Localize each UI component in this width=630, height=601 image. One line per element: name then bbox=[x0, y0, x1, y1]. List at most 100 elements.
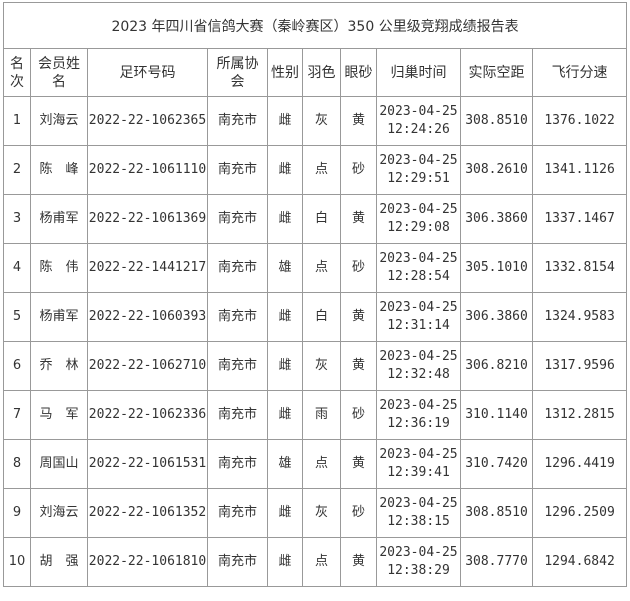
return-date: 2023-04-25 bbox=[379, 153, 458, 168]
cell-assoc: 南充市 bbox=[207, 537, 268, 587]
cell-speed: 1294.6842 bbox=[531, 537, 628, 587]
cell-speed: 1296.2509 bbox=[531, 488, 628, 538]
cell-eye: 黄 bbox=[340, 96, 377, 146]
header-eye: 眼砂 bbox=[340, 48, 377, 97]
cell-ring: 2022-22-1061531 bbox=[87, 439, 208, 489]
cell-rank: 8 bbox=[3, 439, 31, 489]
cell-return-time: 2023-04-25 12:38:29 bbox=[376, 537, 461, 587]
cell-return-time: 2023-04-25 12:38:15 bbox=[376, 488, 461, 538]
cell-return-time: 2023-04-25 12:36:19 bbox=[376, 390, 461, 440]
header-sex: 性别 bbox=[267, 48, 303, 97]
cell-name: 陈 伟 bbox=[30, 243, 88, 293]
cell-rank: 2 bbox=[3, 145, 31, 195]
cell-speed: 1337.1467 bbox=[531, 194, 628, 244]
table-row: 6乔 林 2022-22-1062710 南充市雌灰黄 2023-04-25 12:32… bbox=[3, 341, 628, 391]
cell-name: 刘海云 bbox=[30, 488, 88, 538]
cell-assoc: 南充市 bbox=[207, 341, 268, 391]
cell-color: 白 bbox=[302, 292, 341, 342]
cell-sex: 雄 bbox=[267, 243, 303, 293]
return-date: 2023-04-25 bbox=[379, 251, 458, 266]
return-date: 2023-04-25 bbox=[379, 202, 458, 217]
cell-color: 点 bbox=[302, 537, 341, 587]
return-clock: 12:29:51 bbox=[387, 171, 450, 186]
cell-distance: 308.2610 bbox=[460, 145, 533, 195]
return-clock: 12:32:48 bbox=[387, 367, 450, 382]
return-date: 2023-04-25 bbox=[379, 447, 458, 462]
header-ring: 足环号码 bbox=[87, 48, 208, 97]
cell-distance: 306.3860 bbox=[460, 194, 533, 244]
cell-assoc: 南充市 bbox=[207, 96, 268, 146]
cell-ring: 2022-22-1060393 bbox=[87, 292, 208, 342]
cell-sex: 雌 bbox=[267, 96, 303, 146]
table-title: 2023 年四川省信鸽大赛（秦岭赛区）350 公里级竞翔成绩报告表 bbox=[2, 2, 628, 49]
cell-name: 乔 林 bbox=[30, 341, 88, 391]
cell-sex: 雌 bbox=[267, 292, 303, 342]
header-return-time: 归巢时间 bbox=[376, 48, 461, 97]
table-row: 9 刘海云 2022-22-1061352 南充市雌灰砂 2023-04-25 12:38… bbox=[3, 488, 628, 538]
return-clock: 12:39:41 bbox=[387, 465, 450, 480]
cell-sex: 雄 bbox=[267, 439, 303, 489]
cell-ring: 2022-22-1061810 bbox=[87, 537, 208, 587]
cell-speed: 1341.1126 bbox=[531, 145, 628, 195]
cell-distance: 310.1140 bbox=[460, 390, 533, 440]
cell-color: 点 bbox=[302, 145, 341, 195]
table-row: 7马 军 2022-22-1062336 南充市雌雨砂 2023-04-25 12:36… bbox=[3, 390, 628, 440]
table-row: 3 杨甫军 2022-22-1061369 南充市雌白黄 2023-04-25 12:29… bbox=[3, 194, 628, 244]
cell-rank: 3 bbox=[3, 194, 31, 244]
cell-eye: 砂 bbox=[340, 390, 377, 440]
cell-assoc: 南充市 bbox=[207, 292, 268, 342]
cell-color: 灰 bbox=[302, 341, 341, 391]
cell-name: 胡 强 bbox=[30, 537, 88, 587]
cell-ring: 2022-22-1062365 bbox=[87, 96, 208, 146]
cell-color: 灰 bbox=[302, 488, 341, 538]
cell-eye: 黄 bbox=[340, 439, 377, 489]
cell-ring: 2022-22-1061352 bbox=[87, 488, 208, 538]
cell-assoc: 南充市 bbox=[207, 390, 268, 440]
results-table: 2023 年四川省信鸽大赛（秦岭赛区）350 公里级竞翔成绩报告表 名次 会员姓… bbox=[2, 2, 628, 587]
cell-eye: 黄 bbox=[340, 292, 377, 342]
cell-eye: 砂 bbox=[340, 145, 377, 195]
cell-return-time: 2023-04-25 12:28:54 bbox=[376, 243, 461, 293]
cell-rank: 5 bbox=[3, 292, 31, 342]
cell-sex: 雌 bbox=[267, 537, 303, 587]
return-clock: 12:31:14 bbox=[387, 318, 450, 333]
cell-assoc: 南充市 bbox=[207, 194, 268, 244]
cell-name: 杨甫军 bbox=[30, 292, 88, 342]
cell-return-time: 2023-04-25 12:29:51 bbox=[376, 145, 461, 195]
cell-sex: 雌 bbox=[267, 145, 303, 195]
table-row: 2陈 峰 2022-22-1061110 南充市雌点砂 2023-04-25 12:29… bbox=[3, 145, 628, 195]
cell-distance: 306.3860 bbox=[460, 292, 533, 342]
table-row: 10 胡 强 2022-22-1061810 南充市雌点黄 2023-04-25 12:3… bbox=[3, 537, 628, 587]
cell-rank: 9 bbox=[3, 488, 31, 538]
cell-return-time: 2023-04-25 12:29:08 bbox=[376, 194, 461, 244]
header-row: 名次 会员姓名 足环号码 所属协会 性别 羽色 眼砂 归巢时间 实际空距 飞行分… bbox=[3, 48, 628, 97]
cell-distance: 310.7420 bbox=[460, 439, 533, 489]
return-date: 2023-04-25 bbox=[379, 398, 458, 413]
cell-distance: 308.8510 bbox=[460, 488, 533, 538]
return-clock: 12:38:29 bbox=[387, 563, 450, 578]
cell-rank: 7 bbox=[3, 390, 31, 440]
cell-color: 白 bbox=[302, 194, 341, 244]
return-date: 2023-04-25 bbox=[379, 496, 458, 511]
cell-name: 陈 峰 bbox=[30, 145, 88, 195]
cell-sex: 雌 bbox=[267, 488, 303, 538]
cell-sex: 雌 bbox=[267, 390, 303, 440]
return-clock: 12:38:15 bbox=[387, 514, 450, 529]
cell-distance: 308.7770 bbox=[460, 537, 533, 587]
cell-eye: 黄 bbox=[340, 341, 377, 391]
return-clock: 12:24:26 bbox=[387, 122, 450, 137]
cell-assoc: 南充市 bbox=[207, 439, 268, 489]
return-date: 2023-04-25 bbox=[379, 104, 458, 119]
cell-ring: 2022-22-1061369 bbox=[87, 194, 208, 244]
cell-assoc: 南充市 bbox=[207, 145, 268, 195]
cell-name: 周国山 bbox=[30, 439, 88, 489]
cell-rank: 10 bbox=[3, 537, 31, 587]
cell-eye: 黄 bbox=[340, 537, 377, 587]
return-date: 2023-04-25 bbox=[379, 349, 458, 364]
cell-name: 刘海云 bbox=[30, 96, 88, 146]
cell-distance: 308.8510 bbox=[460, 96, 533, 146]
table-row: 4陈 伟 2022-22-1441217 南充市雄点砂 2023-04-25 12:28… bbox=[3, 243, 628, 293]
cell-speed: 1332.8154 bbox=[531, 243, 628, 293]
header-name: 会员姓名 bbox=[30, 48, 88, 97]
cell-rank: 6 bbox=[3, 341, 31, 391]
